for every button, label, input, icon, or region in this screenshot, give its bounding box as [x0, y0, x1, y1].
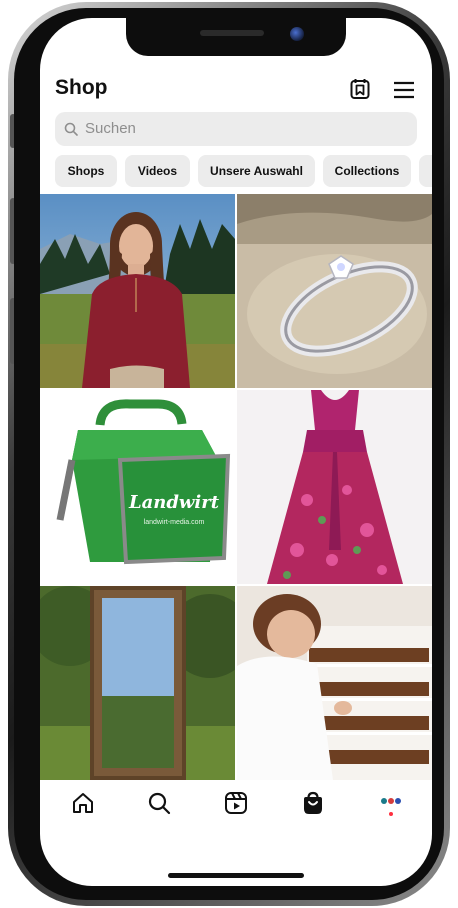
speaker [200, 30, 264, 36]
search-input[interactable]: Suchen [55, 112, 417, 146]
chip-collections[interactable]: Collections [323, 155, 411, 187]
product-tile-pharmacy-shelf[interactable] [237, 586, 432, 780]
notch [126, 18, 346, 56]
hamburger-menu-icon[interactable] [393, 80, 415, 100]
search-placeholder: Suchen [85, 120, 136, 137]
search-icon[interactable] [146, 790, 172, 816]
filter-chips: Shops Videos Unsere Auswahl Collections [55, 155, 432, 187]
home-indicator [168, 873, 304, 878]
shop-bag-icon[interactable] [300, 790, 326, 816]
chip-unsere-auswahl[interactable]: Unsere Auswahl [198, 155, 315, 187]
profile-avatar-icon[interactable] [378, 790, 404, 816]
bag-brand-url: landwirt-media.com [144, 519, 205, 526]
bag-brand-text: Landwirt [128, 492, 220, 513]
chip-more[interactable] [419, 155, 432, 187]
page-title: Shop [55, 76, 108, 99]
front-camera [290, 27, 304, 41]
bottom-tab-bar [40, 782, 432, 832]
home-icon[interactable] [70, 790, 96, 816]
chip-videos[interactable]: Videos [125, 155, 190, 187]
shop-header: Shop [55, 76, 417, 106]
product-tile-wooden-mirror[interactable] [40, 586, 235, 780]
product-tile-woman-sweater[interactable] [40, 194, 235, 388]
product-tile-cooler-bag[interactable]: Landwirt landwirt-media.com [40, 390, 235, 584]
screen: Shop Suchen Shops Videos Unsere Auswahl … [40, 18, 432, 886]
product-tile-dirndl[interactable] [237, 390, 432, 584]
search-icon [64, 122, 78, 136]
chip-shops[interactable]: Shops [55, 155, 117, 187]
product-tile-diamond-ring[interactable] [237, 194, 432, 388]
reels-icon[interactable] [223, 790, 249, 816]
shopping-collection-icon[interactable] [349, 78, 371, 100]
